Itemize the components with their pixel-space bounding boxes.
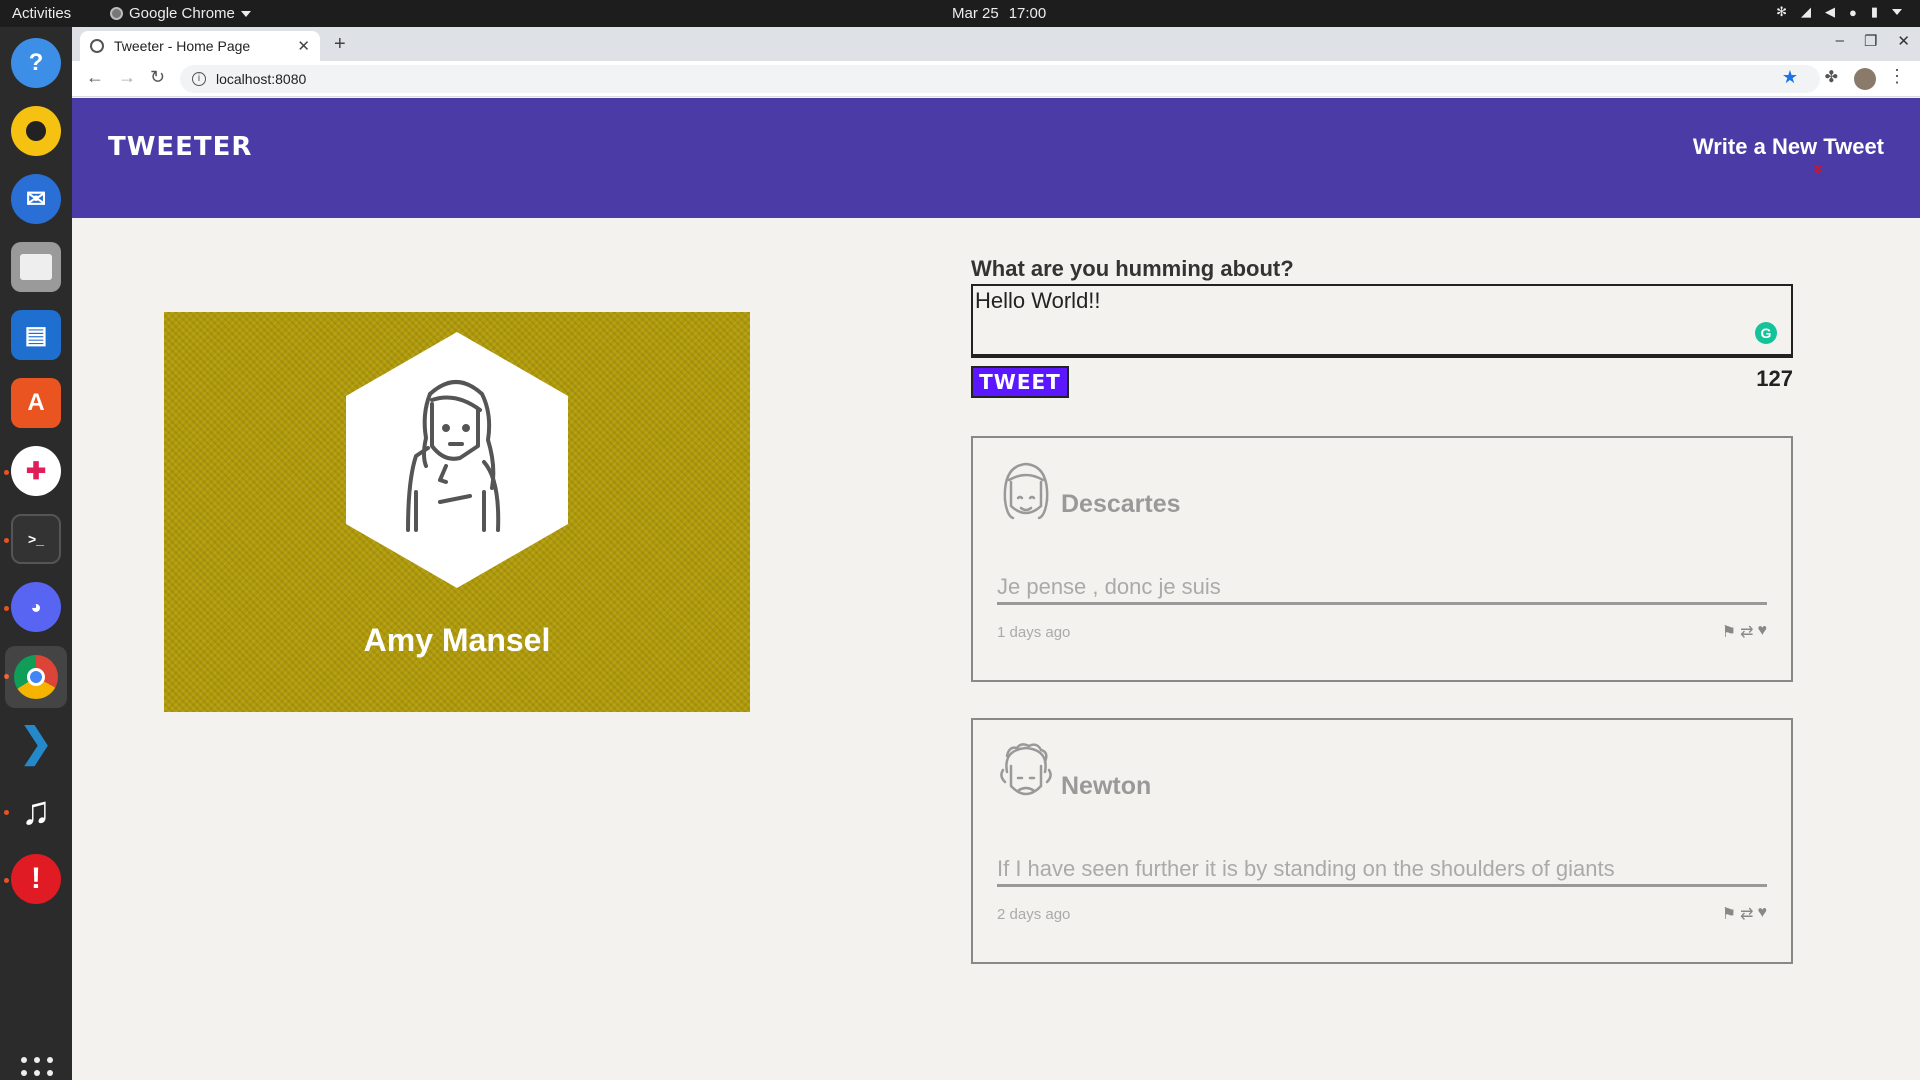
- rhythmbox-icon[interactable]: [11, 106, 61, 156]
- url-text: localhost:8080: [216, 71, 307, 87]
- tweet-actions: ⚑ ⇄ ♥: [1722, 622, 1767, 642]
- terminal-icon[interactable]: >_: [11, 514, 61, 564]
- flag-icon[interactable]: ⚑: [1722, 904, 1736, 924]
- help-icon[interactable]: ?: [11, 38, 61, 88]
- wifi-icon: ◢: [1800, 4, 1811, 19]
- tweet-card: Descartes Je pense , donc je suis 1 days…: [971, 436, 1793, 682]
- profile-avatar[interactable]: [1854, 68, 1876, 90]
- tweet-timestamp: 2 days ago: [997, 906, 1071, 923]
- retweet-icon[interactable]: ⇄: [1740, 622, 1753, 642]
- tweet-timestamp: 1 days ago: [997, 624, 1071, 641]
- compose-form: What are you humming about? Hello World!…: [971, 256, 1793, 398]
- dock: ? ✉ ▤ A ✚ >_ ◕ ❯ ♫ !: [0, 27, 72, 1080]
- browser-tab-strip: Tweeter - Home Page ✕ + – ❐ ✕: [72, 27, 1920, 61]
- extensions-icon[interactable]: ✤: [1825, 67, 1838, 87]
- flag-icon[interactable]: ⚑: [1722, 622, 1736, 642]
- running-indicator: [4, 878, 9, 883]
- close-window-icon[interactable]: ✕: [1897, 32, 1910, 50]
- descartes-avatar-icon: [1003, 462, 1049, 520]
- files-icon[interactable]: [11, 242, 61, 292]
- clock-date: Mar 25: [952, 5, 999, 22]
- tweet-content: If I have seen further it is by standing…: [997, 856, 1767, 887]
- globe-icon: [90, 39, 104, 53]
- site-info-icon[interactable]: i: [192, 72, 206, 86]
- app-menu-label: Google Chrome: [129, 5, 235, 22]
- minimize-icon[interactable]: –: [1836, 32, 1844, 50]
- profile-card: Amy Mansel: [164, 312, 750, 712]
- ubuntu-software-icon[interactable]: A: [11, 378, 61, 428]
- back-icon[interactable]: ←: [86, 67, 104, 88]
- activities-button[interactable]: Activities: [12, 5, 71, 22]
- grammarly-icon[interactable]: G: [1755, 322, 1777, 344]
- tweet-actions: ⚑ ⇄ ♥: [1722, 904, 1767, 924]
- slack-tray-icon[interactable]: ✻: [1776, 4, 1787, 20]
- forward-icon[interactable]: →: [118, 67, 136, 88]
- site-logo[interactable]: TWEETER: [108, 132, 252, 162]
- character-counter: 127: [1756, 366, 1793, 391]
- chrome-dock-icon[interactable]: [5, 646, 67, 708]
- running-indicator: [4, 470, 9, 475]
- web-page: TWEETER Write a New Tweet » Amy Mansel W…: [72, 98, 1920, 1080]
- tweet-card: Newton If I have seen further it is by s…: [971, 718, 1793, 964]
- thunderbird-icon[interactable]: ✉: [11, 174, 61, 224]
- chevron-down-icon: [1892, 9, 1902, 15]
- microphone-icon: ●: [1848, 4, 1857, 20]
- chevron-down-icon: [240, 10, 251, 17]
- app-menu[interactable]: Google Chrome: [110, 5, 251, 22]
- bookmark-star-icon[interactable]: ★: [1782, 67, 1798, 88]
- tab-title: Tweeter - Home Page: [114, 38, 251, 54]
- discord-icon[interactable]: ◕: [11, 582, 61, 632]
- tweet-content: Je pense , donc je suis: [997, 574, 1767, 605]
- browser-toolbar: ← → ↻ i localhost:8080 ★ ✤ ⋮: [72, 61, 1920, 97]
- tweet-author: Descartes: [1061, 490, 1181, 518]
- profile-name: Amy Mansel: [363, 622, 551, 658]
- heart-icon[interactable]: ♥: [1758, 622, 1768, 642]
- reload-icon[interactable]: ↻: [150, 67, 165, 88]
- newton-avatar-icon: [1000, 743, 1052, 796]
- vscode-icon[interactable]: ❯: [11, 718, 61, 768]
- tweet-button[interactable]: TWEET: [971, 366, 1069, 398]
- site-nav: TWEETER Write a New Tweet »: [72, 98, 1920, 218]
- chrome-icon: [110, 7, 123, 20]
- tweet-text-value: Hello World!!: [975, 288, 1101, 313]
- retweet-icon[interactable]: ⇄: [1740, 904, 1753, 924]
- tweet-textarea[interactable]: Hello World!! G: [971, 284, 1793, 358]
- running-indicator: [4, 538, 9, 543]
- volume-icon: ◀: [1824, 4, 1835, 19]
- avatar-hexagon: [346, 332, 568, 588]
- female-avatar-icon: [406, 380, 501, 532]
- running-indicator: [4, 606, 9, 611]
- music-icon[interactable]: ♫: [11, 786, 61, 836]
- new-tab-button[interactable]: +: [334, 33, 346, 56]
- write-new-tweet-link[interactable]: Write a New Tweet: [1693, 134, 1884, 160]
- libreoffice-writer-icon[interactable]: ▤: [11, 310, 61, 360]
- system-top-bar: Activities Google Chrome Mar 25 17:00 ✻ …: [0, 0, 1920, 27]
- double-chevron-down-icon[interactable]: »: [1809, 164, 1829, 174]
- running-indicator: [4, 810, 9, 815]
- system-tray[interactable]: ✻ ◢ ◀ ● ▮: [1776, 4, 1902, 20]
- clock[interactable]: Mar 25 17:00: [952, 5, 1046, 22]
- update-notifier-icon[interactable]: !: [11, 854, 61, 904]
- battery-icon: ▮: [1870, 4, 1878, 19]
- tweet-author: Newton: [1061, 772, 1152, 800]
- clock-time: 17:00: [1008, 5, 1047, 22]
- browser-tab[interactable]: Tweeter - Home Page ✕: [80, 31, 320, 61]
- close-tab-icon[interactable]: ✕: [297, 37, 310, 55]
- restore-icon[interactable]: ❐: [1864, 32, 1877, 50]
- compose-label: What are you humming about?: [971, 256, 1294, 281]
- heart-icon[interactable]: ♥: [1758, 904, 1768, 924]
- more-menu-icon[interactable]: ⋮: [1888, 66, 1906, 87]
- show-applications-icon[interactable]: [21, 1057, 53, 1080]
- address-bar[interactable]: i localhost:8080: [180, 65, 1820, 93]
- slack-icon[interactable]: ✚: [11, 446, 61, 496]
- window-controls: – ❐ ✕: [1836, 32, 1910, 50]
